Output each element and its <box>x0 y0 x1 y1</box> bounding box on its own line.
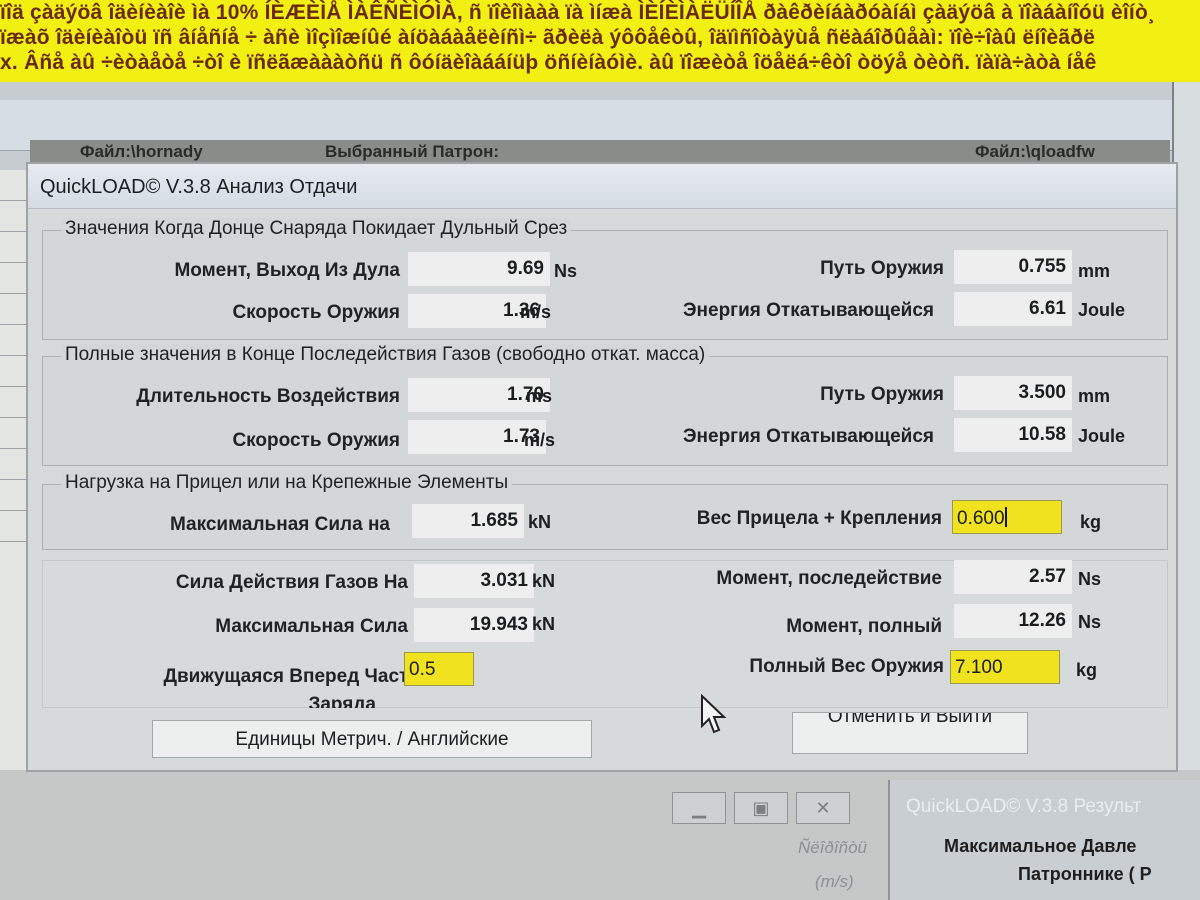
max-force-label: Максимальная Сила <box>215 616 408 637</box>
forward-part-value: 0.5 <box>409 659 436 680</box>
banner-line: x. Âñå àû ÷èòàåòå ÷òî è ïñëãæàààòñü ñ ôó… <box>0 51 1097 74</box>
momentum-after-unit: Ns <box>1078 569 1102 589</box>
mouse-cursor-icon <box>701 694 727 734</box>
max-force-unit: kN <box>532 614 556 634</box>
total-gun-path-unit: mm <box>1078 386 1111 406</box>
gun-speed-label: Скорость Оружия <box>232 302 400 323</box>
selected-cartridge-label: Выбранный Патрон: <box>325 142 500 161</box>
total-gun-speed-label: Скорость Оружия <box>232 430 400 451</box>
gas-force-value: 3.031 <box>414 564 534 598</box>
total-recoil-energy-label: Энергия Откатывающейся <box>683 426 934 447</box>
left-panel <box>0 170 28 770</box>
units-toggle-button[interactable]: Единицы Метрич. / Английские <box>152 720 592 758</box>
forward-part-input[interactable]: 0.5 <box>404 652 474 686</box>
momentum-exit-label: Момент, Выход Из Дула <box>174 260 400 281</box>
momentum-total-unit: Ns <box>1078 612 1102 632</box>
results-window-title: QuickLOAD© V.3.8 Результ <box>906 796 1142 817</box>
close-icon[interactable]: ✕ <box>796 792 850 824</box>
gas-force-label: Сила Действия Газов На <box>175 572 408 593</box>
scope-max-force-unit: kN <box>528 512 552 532</box>
scope-weight-label: Вес Прицела + Крепления <box>696 508 942 529</box>
total-recoil-energy-value: 10.58 <box>954 418 1072 452</box>
banner-line: ïæàõ îäèíèàîòü ïñ âíåñíå ÷ àñè ìîçìîæíûé… <box>0 26 1096 49</box>
dialog-titlebar: QuickLOAD© V.3.8 Анализ Отдачи <box>28 164 1176 209</box>
gun-weight-value: 7.100 <box>955 657 1003 678</box>
recoil-energy-label: Энергия Откатывающейся <box>683 300 934 321</box>
gun-weight-unit: kg <box>1076 660 1098 680</box>
total-gun-path-label: Путь Оружия <box>820 384 944 405</box>
warning-banner: ïîä çàäýöâ îäèíèàîè ìà 10% ÍÈÆÈÌÅ ÌÀÊÑÈÌ… <box>0 0 1200 82</box>
file-right-label: Файл:\qloadfw <box>975 142 1095 161</box>
gun-weight-input[interactable]: 7.100 <box>950 650 1060 684</box>
total-recoil-energy-unit: Joule <box>1078 426 1126 446</box>
duration-label: Длительность Воздействия <box>136 386 400 407</box>
muzzle-group-title: Значения Когда Донце Снаряда Покидает Ду… <box>61 218 572 240</box>
total-group-title: Полные значения в Конце Последействия Га… <box>61 344 710 366</box>
momentum-after-value: 2.57 <box>954 560 1072 594</box>
momentum-exit-unit: Ns <box>554 261 578 281</box>
file-left-label: Файл:\hornady <box>80 142 203 161</box>
gun-path-label: Путь Оружия <box>820 258 944 279</box>
gun-path-unit: mm <box>1078 261 1111 281</box>
momentum-exit-value: 9.69 <box>408 252 550 286</box>
speed-unit: (m/s) <box>815 872 854 891</box>
scope-weight-input[interactable]: 0.600 <box>952 500 1062 534</box>
minimize-icon[interactable]: ▁ <box>672 792 726 824</box>
window-controls: ▁ ▣ ✕ <box>672 792 850 824</box>
recoil-energy-unit: Joule <box>1078 300 1126 320</box>
scope-weight-unit: kg <box>1080 512 1102 532</box>
momentum-total-value: 12.26 <box>954 604 1072 638</box>
forward-part-label: Движущаяся Вперед Часть <box>163 666 420 687</box>
scope-max-force-value: 1.685 <box>412 504 524 538</box>
banner-line: ïîä çàäýöâ îäèíèàîè ìà 10% ÍÈÆÈÌÅ ÌÀÊÑÈÌ… <box>0 1 1156 24</box>
dialog-title: QuickLOAD© V.3.8 Анализ Отдачи <box>40 176 358 198</box>
total-gun-speed-unit: m/s <box>524 430 556 450</box>
cartridge-label: Патроннике ( Р <box>1018 864 1152 884</box>
gas-force-unit: kN <box>532 571 556 591</box>
maximize-icon[interactable]: ▣ <box>734 792 788 824</box>
text-caret <box>1004 507 1007 527</box>
duration-unit: ms <box>526 386 553 406</box>
gun-speed-unit: m/s <box>520 302 552 322</box>
momentum-total-label: Момент, полный <box>786 616 942 637</box>
total-gun-path-value: 3.500 <box>954 376 1072 410</box>
scope-group-title: Нагрузка на Прицел или на Крепежные Элем… <box>61 472 513 494</box>
forward-part-label-line2: Заряда <box>308 694 376 708</box>
max-force-value: 19.943 <box>414 608 534 642</box>
scope-max-force-label: Максимальная Сила на <box>169 514 390 535</box>
scope-weight-value: 0.600 <box>957 508 1005 529</box>
recoil-energy-value: 6.61 <box>954 292 1072 326</box>
cancel-exit-label: Отменить и Выйти <box>827 712 993 727</box>
max-pressure-label: Максимальное Давле <box>944 836 1137 856</box>
gun-path-value: 0.755 <box>954 250 1072 284</box>
gun-weight-label: Полный Вес Оружия <box>749 656 944 677</box>
momentum-after-label: Момент, последействие <box>716 568 942 589</box>
cancel-exit-button[interactable]: Отменить и Выйти <box>792 712 1028 754</box>
recoil-analysis-dialog: QuickLOAD© V.3.8 Анализ Отдачи Значения … <box>26 162 1178 772</box>
speed-label: Ñëîðîñòü <box>798 838 867 857</box>
